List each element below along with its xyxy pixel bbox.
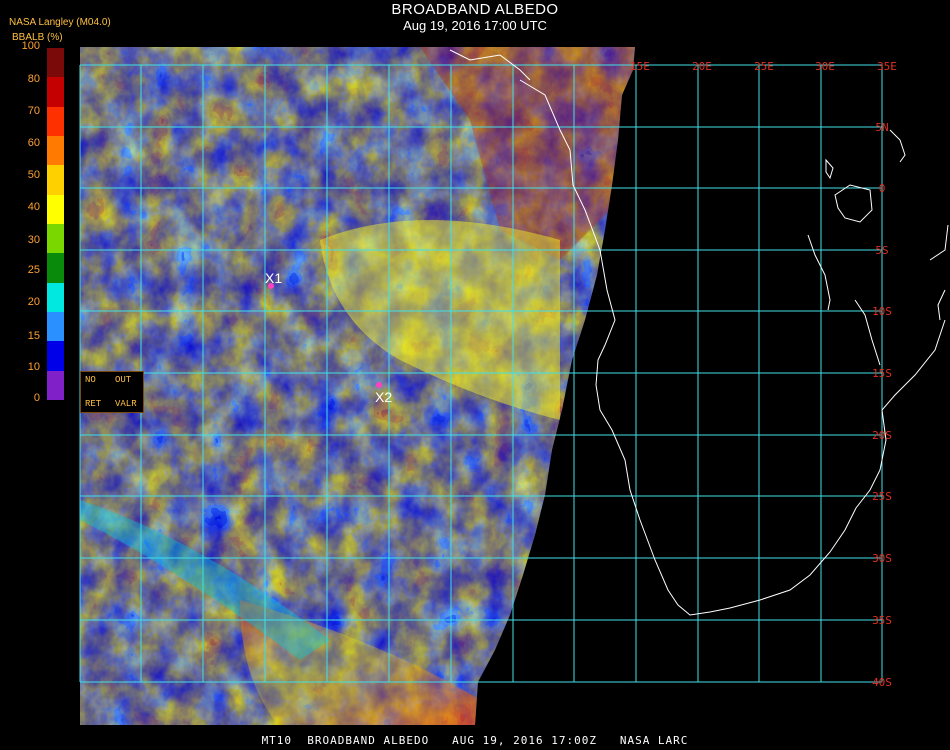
colorbar-segment xyxy=(47,165,64,196)
colorbar xyxy=(47,48,64,401)
satellite-imagery xyxy=(80,47,635,725)
colorbar-tick-label: 70 xyxy=(27,105,40,117)
marker-x2-dot xyxy=(376,382,382,388)
marker-x2-label: X2 xyxy=(375,389,392,405)
colorbar-segment xyxy=(47,312,64,342)
longitude-labels: 15E 20E 25E 30E 35E xyxy=(630,60,897,73)
out-button[interactable]: OUT xyxy=(115,375,131,385)
longitude-label: 35E xyxy=(877,60,897,73)
no-button[interactable]: NO xyxy=(85,375,96,385)
colorbar-segment xyxy=(47,341,64,372)
colorbar-tick-label: 20 xyxy=(27,296,40,308)
colorbar-tick-label: 50 xyxy=(27,169,40,181)
marker-x1-label: X1 xyxy=(265,270,282,286)
latitude-label: 25S xyxy=(872,490,892,503)
colorbar-tick-label: 100 xyxy=(21,40,40,52)
longitude-label: 15E xyxy=(630,60,650,73)
colorbar-segment xyxy=(47,253,64,284)
latitude-label: 35S xyxy=(872,614,892,627)
colorbar-tick-label: 80 xyxy=(27,73,40,85)
colorbar-segment xyxy=(47,224,64,254)
colorbar-tick-label: 40 xyxy=(27,201,40,213)
longitude-label: 25E xyxy=(754,60,774,73)
colorbar-tick-label: 30 xyxy=(27,234,40,246)
map-datetime: Aug 19, 2016 17:00 UTC xyxy=(403,18,547,33)
latitude-label: 5N xyxy=(875,121,888,134)
ret-button[interactable]: RET xyxy=(85,399,101,409)
longitude-label: 30E xyxy=(815,60,835,73)
colorbar-tick-label: 60 xyxy=(27,137,40,149)
latitude-label: 15S xyxy=(872,367,892,380)
colorbar-segment xyxy=(47,48,64,78)
latitude-label: 20S xyxy=(872,429,892,442)
map-title: BROADBAND ALBEDO xyxy=(391,1,559,18)
latitude-label: 10S xyxy=(872,305,892,318)
latitude-label: 30S xyxy=(872,552,892,565)
provider-label: NASA Langley (M04.0) xyxy=(9,17,111,28)
colorbar-tick-label: 0 xyxy=(33,392,40,404)
footer-caption: MT10 BROADBAND ALBEDO AUG 19, 2016 17:00… xyxy=(261,734,689,747)
colorbar-segment xyxy=(47,282,64,313)
colorbar-segment xyxy=(47,370,64,401)
longitude-label: 20E xyxy=(692,60,712,73)
colorbar-segment xyxy=(47,77,64,108)
colorbar-segment xyxy=(47,106,64,137)
latitude-label: 0 xyxy=(879,182,886,195)
latitude-label: 40S xyxy=(872,676,892,689)
colorbar-segment xyxy=(47,194,64,225)
control-panel: NO OUT RET VALR xyxy=(80,371,144,413)
valr-button[interactable]: VALR xyxy=(115,399,137,409)
colorbar-segment xyxy=(47,136,64,166)
latitude-label: 5S xyxy=(875,244,888,257)
colorbar-tick-label: 10 xyxy=(27,361,40,373)
colorbar-tick-label: 15 xyxy=(27,330,40,342)
colorbar-tick-label: 25 xyxy=(27,264,40,276)
